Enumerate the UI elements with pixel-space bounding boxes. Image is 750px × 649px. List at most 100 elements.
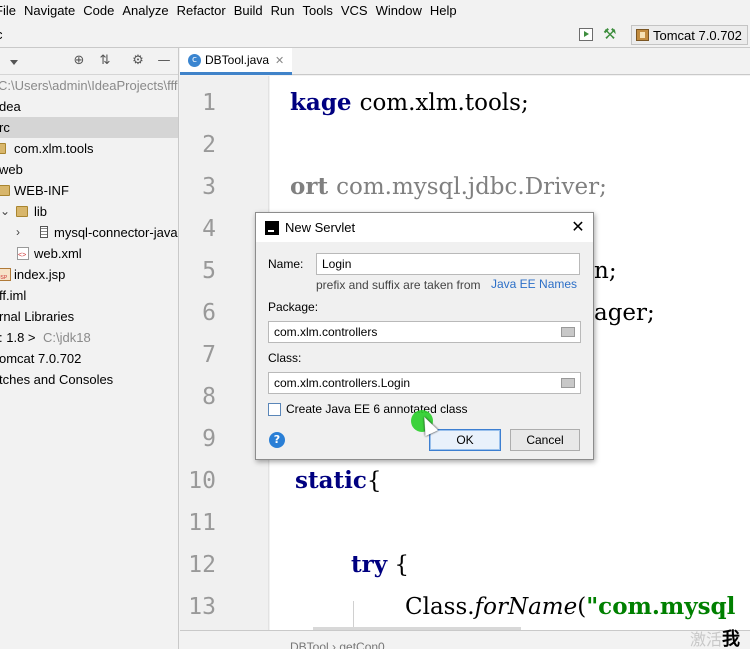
line-number: 9 [202, 426, 216, 452]
tree-row-package[interactable]: com.xlm.tools [0, 138, 178, 159]
tree-label: com.xlm.tools [14, 141, 94, 156]
ok-button[interactable]: OK [429, 429, 501, 451]
name-label: Name: [268, 257, 304, 271]
code-token: static [295, 467, 367, 494]
browse-folder-icon[interactable] [561, 378, 575, 388]
code-line-3: ort com.mysql.jdbc.Driver; [290, 172, 607, 202]
tree-row-web-inf[interactable]: WEB-INF [0, 180, 178, 201]
dialog-title-bar: New Servlet ✕ [256, 213, 593, 242]
menu-build[interactable]: Build [230, 0, 267, 21]
tree-label: rnal Libraries [0, 309, 75, 324]
menu-run[interactable]: Run [267, 0, 299, 21]
tree-row-web-xml[interactable]: web.xml [0, 243, 178, 264]
close-icon[interactable]: ✕ [569, 217, 587, 237]
code-token: kage [290, 89, 360, 116]
tree-row-tomcat[interactable]: omcat 7.0.702 [0, 348, 178, 369]
code-token: com.mysql.jdbc.Driver; [336, 174, 607, 200]
collapse-all-icon[interactable]: ⇅ [98, 54, 112, 68]
tab-dbtool-java[interactable]: c DBTool.java ✕ [180, 48, 292, 75]
project-panel-header: t ⊕ ⇅ ⚙ — [0, 48, 178, 75]
line-number: 8 [202, 384, 216, 410]
activation-text: 激活 [690, 630, 723, 649]
tree-label: lib [34, 204, 48, 219]
tree-row-web[interactable]: web [0, 159, 178, 180]
line-number: 12 [188, 552, 216, 578]
tree-row-index-jsp[interactable]: index.jsp [0, 264, 178, 285]
run-panel-icon[interactable] [579, 28, 593, 41]
naming-hint: prefix and suffix are taken from [316, 278, 481, 292]
line-number: 7 [202, 342, 216, 368]
code-line-10: static{ [295, 466, 381, 496]
tree-row-project-root[interactable]: C:\Users\admin\IdeaProjects\fff [0, 75, 178, 96]
run-configuration-select[interactable]: Tomcat 7.0.702 [631, 25, 748, 45]
code-token: "com.mysql [586, 593, 736, 620]
menu-tools[interactable]: Tools [299, 0, 337, 21]
build-hammer-icon[interactable]: ⚒ [603, 26, 621, 42]
tomcat-icon [636, 29, 649, 41]
tree-label: tches and Consoles [0, 372, 114, 387]
menu-vcs[interactable]: VCS [337, 0, 372, 21]
locate-target-icon[interactable]: ⊕ [72, 54, 86, 68]
menu-refactor[interactable]: Refactor [173, 0, 230, 21]
package-folder-icon [0, 143, 6, 154]
view-dropdown-icon[interactable] [10, 60, 18, 65]
menu-window[interactable]: Window [372, 0, 426, 21]
line-number: 10 [188, 468, 216, 494]
package-field[interactable]: com.xlm.controllers [268, 321, 581, 343]
close-tab-icon[interactable]: ✕ [275, 54, 284, 67]
code-token: forName [474, 594, 578, 620]
code-token: ( [577, 594, 587, 620]
chevron-right-icon[interactable]: › [16, 222, 20, 243]
code-line-5: n; [594, 256, 617, 286]
jdk-path: C:\jdk18 [43, 330, 91, 345]
folder-icon [0, 185, 10, 196]
tree-row-mysql-jar[interactable]: › mysql-connector-java [0, 222, 178, 243]
breadcrumb[interactable]: c [0, 27, 3, 42]
hide-panel-icon[interactable]: — [157, 54, 171, 68]
tree-row-iml[interactable]: ff.iml [0, 285, 178, 306]
java-class-icon: c [188, 53, 201, 67]
tree-row-jdk[interactable]: : 1.8 > C:\jdk18 [0, 327, 178, 348]
class-label: Class: [268, 351, 302, 365]
tree-row-idea[interactable]: dea [0, 96, 178, 117]
java-ee-names-link[interactable]: Java EE Names [491, 277, 577, 291]
indent-guide [353, 601, 354, 630]
menu-analyze[interactable]: Analyze [118, 0, 172, 21]
annotated-class-label[interactable]: Create Java EE 6 annotated class [286, 402, 467, 416]
gear-icon[interactable]: ⚙ [131, 54, 145, 68]
tree-label: index.jsp [14, 267, 66, 282]
line-number: 13 [188, 594, 216, 620]
method-breadcrumb[interactable]: DBTool › getCon0 [290, 640, 385, 649]
intellij-app-icon [265, 221, 279, 235]
tree-row-external-libraries[interactable]: rnal Libraries [0, 306, 178, 327]
menu-file[interactable]: File [0, 0, 20, 21]
run-configuration-label: Tomcat 7.0.702 [653, 27, 742, 43]
xml-file-icon [17, 247, 29, 260]
tree-row-scratches[interactable]: tches and Consoles [0, 369, 178, 390]
editor-breadcrumb-bar: DBTool › getCon0 [180, 630, 750, 649]
tree-label: WEB-INF [14, 183, 69, 198]
class-value: com.xlm.controllers.Login [274, 376, 411, 390]
package-label: Package: [268, 300, 319, 314]
tree-row-src[interactable]: rc [0, 117, 178, 138]
help-icon[interactable]: ? [269, 432, 285, 448]
annotated-class-checkbox[interactable] [268, 403, 281, 416]
line-number: 2 [202, 132, 216, 158]
tree-row-lib[interactable]: ⌄ lib [0, 201, 178, 222]
menu-help[interactable]: Help [426, 0, 461, 21]
code-line-6: ager; [594, 298, 655, 328]
chevron-down-icon[interactable]: ⌄ [0, 201, 10, 222]
package-value: com.xlm.controllers [274, 325, 378, 339]
tree-label: ff.iml [0, 288, 27, 303]
name-field[interactable]: Login [316, 253, 580, 275]
jsp-file-icon [0, 268, 11, 281]
browse-folder-icon[interactable] [561, 327, 575, 337]
code-line-13: Class.forName("com.mysql [405, 592, 735, 622]
activation-text-bold: 我 [722, 629, 741, 649]
cancel-button[interactable]: Cancel [510, 429, 580, 451]
menu-navigate[interactable]: Navigate [20, 0, 79, 21]
menu-bar: File Navigate Code Analyze Refactor Buil… [0, 0, 750, 21]
class-field[interactable]: com.xlm.controllers.Login [268, 372, 581, 394]
tree-label: web.xml [34, 246, 82, 261]
menu-code[interactable]: Code [79, 0, 118, 21]
